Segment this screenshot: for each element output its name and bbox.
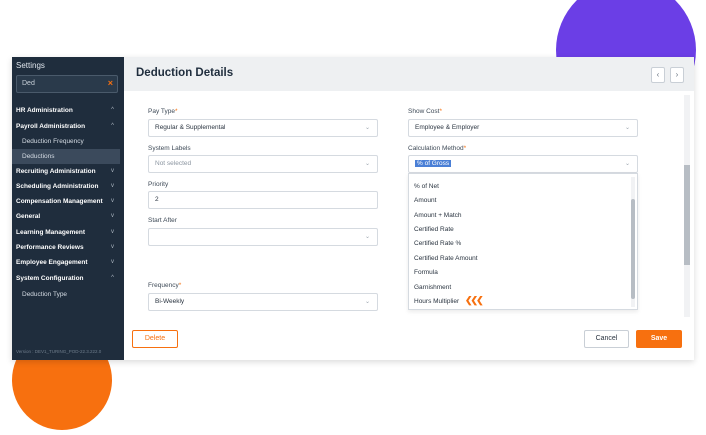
chevron-down-icon: v xyxy=(111,244,114,250)
sidebar-item-label: Scheduling Administration xyxy=(16,183,99,190)
cancel-button[interactable]: Cancel xyxy=(584,330,629,348)
sidebar-item-employee-engagement[interactable]: Employee Engagement v xyxy=(12,255,120,270)
sidebar-item-label: Learning Management xyxy=(16,229,85,236)
sidebar-item-learning-management[interactable]: Learning Management v xyxy=(12,225,120,240)
page-header: Deduction Details ‹ › xyxy=(124,57,694,91)
chevron-down-icon: ⌄ xyxy=(364,299,370,305)
sidebar-item-deduction-type[interactable]: Deduction Type xyxy=(12,287,120,302)
chevron-up-icon: ^ xyxy=(111,107,114,113)
sidebar-item-label: System Configuration xyxy=(16,275,84,282)
chevron-up-icon: ^ xyxy=(111,275,114,281)
calculation-method-label: Calculation Method* xyxy=(408,145,467,152)
chevron-down-icon: ⌄ xyxy=(364,234,370,240)
next-record-button[interactable]: › xyxy=(670,67,684,83)
sidebar-item-label: Deduction Frequency xyxy=(22,138,84,145)
sidebar-item-label: General xyxy=(16,213,41,220)
sidebar-search-input[interactable]: Ded × xyxy=(16,75,118,93)
sidebar-item-label: Payroll Administration xyxy=(16,123,86,130)
sidebar-title: Settings xyxy=(16,61,45,70)
chevron-down-icon: v xyxy=(111,259,114,265)
sidebar-item-hr-administration[interactable]: HR Administration ^ xyxy=(12,103,120,118)
clear-search-icon[interactable]: × xyxy=(108,78,113,88)
dropdown-scrollbar-thumb[interactable] xyxy=(631,199,635,299)
chevron-down-icon: ⌄ xyxy=(364,125,370,131)
dropdown-option[interactable]: Amount xyxy=(414,197,436,204)
chevron-right-icon: › xyxy=(675,70,679,79)
dropdown-option[interactable]: Amount + Match xyxy=(414,212,462,219)
pay-type-value: Regular & Supplemental xyxy=(155,124,226,131)
chevron-down-icon: ⌄ xyxy=(624,161,630,167)
sidebar-item-label: HR Administration xyxy=(16,107,73,114)
sidebar-item-deductions[interactable]: Deductions xyxy=(12,149,120,164)
chevron-down-icon: v xyxy=(111,229,114,235)
system-labels-select[interactable]: Not selected ⌄ xyxy=(148,155,378,173)
arrow-marker-icon: ❮❮❮ xyxy=(465,295,484,305)
previous-record-button[interactable]: ‹ xyxy=(651,67,665,83)
sidebar-item-payroll-administration[interactable]: Payroll Administration ^ xyxy=(12,119,120,134)
pay-type-select[interactable]: Regular & Supplemental ⌄ xyxy=(148,119,378,137)
sidebar-item-recruiting-administration[interactable]: Recruiting Administration v xyxy=(12,164,120,179)
chevron-up-icon: ^ xyxy=(111,123,114,129)
dropdown-option[interactable]: Certified Rate Amount xyxy=(414,255,478,262)
frequency-label: Frequency* xyxy=(148,282,182,289)
sidebar-item-label: Deductions xyxy=(22,153,55,160)
show-cost-value: Employee & Employer xyxy=(415,124,480,131)
dropdown-option-hours-multiplier[interactable]: Hours Multiplier xyxy=(414,298,459,305)
sidebar-item-general[interactable]: General v xyxy=(12,209,120,224)
dropdown-option[interactable]: Garnishment xyxy=(414,284,451,291)
app-window: Settings Ded × HR Administration ^ Payro… xyxy=(12,57,694,360)
sidebar-item-scheduling-administration[interactable]: Scheduling Administration v xyxy=(12,179,120,194)
priority-label: Priority xyxy=(148,181,169,188)
dropdown-option[interactable]: Certified Rate xyxy=(414,226,454,233)
show-cost-select[interactable]: Employee & Employer ⌄ xyxy=(408,119,638,137)
start-after-label: Start After xyxy=(148,217,177,224)
sidebar-item-performance-reviews[interactable]: Performance Reviews v xyxy=(12,240,120,255)
deduction-form: Pay Type* Regular & Supplemental ⌄ Show … xyxy=(124,91,694,360)
frequency-select[interactable]: Bi-Weekly ⌄ xyxy=(148,293,378,311)
sidebar: Settings Ded × HR Administration ^ Payro… xyxy=(12,57,124,360)
priority-input[interactable]: 2 xyxy=(148,191,378,209)
chevron-down-icon: ⌄ xyxy=(364,161,370,167)
system-labels-label: System Labels xyxy=(148,145,191,152)
sidebar-item-label: Recruiting Administration xyxy=(16,168,96,175)
calculation-method-select[interactable]: % of Gross ⌄ xyxy=(408,155,638,173)
sidebar-item-compensation-management[interactable]: Compensation Management v xyxy=(12,194,120,209)
system-labels-placeholder: Not selected xyxy=(155,160,192,167)
dropdown-option[interactable]: Formula xyxy=(414,269,438,276)
sidebar-item-label: Compensation Management xyxy=(16,198,103,205)
priority-value: 2 xyxy=(155,196,159,203)
chevron-down-icon: v xyxy=(111,198,114,204)
delete-button[interactable]: Delete xyxy=(132,330,178,348)
sidebar-item-label: Deduction Type xyxy=(22,291,68,298)
chevron-down-icon: v xyxy=(111,213,114,219)
chevron-down-icon: ⌄ xyxy=(624,125,630,131)
calculation-method-dropdown: % of Net Amount Amount + Match Certified… xyxy=(408,173,638,310)
chevron-left-icon: ‹ xyxy=(656,70,660,79)
calculation-method-value: % of Gross xyxy=(415,160,452,167)
pay-type-label: Pay Type* xyxy=(148,108,178,115)
save-button[interactable]: Save xyxy=(636,330,682,348)
dropdown-option[interactable]: Certified Rate % xyxy=(414,240,461,247)
sidebar-item-label: Employee Engagement xyxy=(16,259,88,266)
page-title: Deduction Details xyxy=(136,67,234,79)
frequency-value: Bi-Weekly xyxy=(155,298,185,305)
version-label: Version : DEV1_TURING_POD-22.3.222.0 xyxy=(16,349,102,354)
dropdown-option[interactable]: % of Net xyxy=(414,183,439,190)
sidebar-item-label: Performance Reviews xyxy=(16,244,84,251)
sidebar-search-value: Ded xyxy=(22,80,35,87)
page-scrollbar-thumb[interactable] xyxy=(684,165,690,265)
chevron-down-icon: v xyxy=(111,183,114,189)
sidebar-item-deduction-frequency[interactable]: Deduction Frequency xyxy=(12,134,120,149)
sidebar-item-system-configuration[interactable]: System Configuration ^ xyxy=(12,271,120,286)
chevron-down-icon: v xyxy=(111,168,114,174)
start-after-select[interactable]: ⌄ xyxy=(148,228,378,246)
show-cost-label: Show Cost* xyxy=(408,108,442,115)
